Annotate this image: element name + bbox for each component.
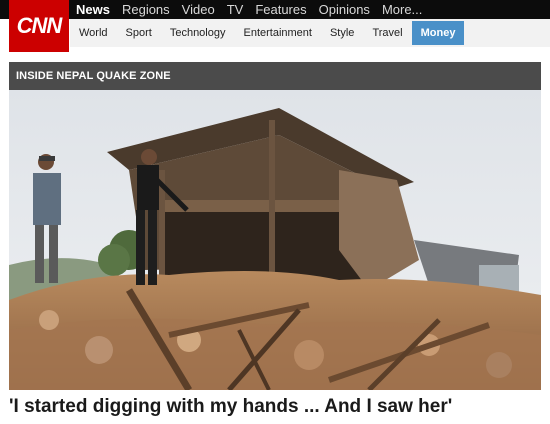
earthquake-ruins-image [9, 90, 541, 390]
primary-nav: News Regions Video TV Features Opinions … [76, 0, 434, 19]
subnav-item-sport[interactable]: Sport [117, 21, 161, 45]
hero-photo[interactable] [9, 90, 541, 390]
subnav-item-technology[interactable]: Technology [161, 21, 235, 45]
subnav-item-travel[interactable]: Travel [363, 21, 411, 45]
headline[interactable]: 'I started digging with my hands ... And… [9, 396, 452, 418]
logo-text: CNN [16, 13, 63, 38]
nav-item-features[interactable]: Features [255, 2, 306, 17]
subnav-item-world[interactable]: World [70, 21, 117, 45]
section-banner: INSIDE NEPAL QUAKE ZONE [9, 62, 541, 90]
cnn-logo[interactable]: CNN [9, 0, 69, 52]
nav-item-more[interactable]: More... [382, 2, 422, 17]
nav-item-news[interactable]: News [76, 2, 110, 17]
subnav-item-style[interactable]: Style [321, 21, 363, 45]
nav-item-regions[interactable]: Regions [122, 2, 170, 17]
secondary-nav: World Sport Technology Entertainment Sty… [70, 19, 465, 47]
nav-item-opinions[interactable]: Opinions [319, 2, 370, 17]
nav-item-tv[interactable]: TV [227, 2, 244, 17]
nav-item-video[interactable]: Video [182, 2, 215, 17]
subnav-item-money[interactable]: Money [411, 21, 465, 45]
section-banner-label: INSIDE NEPAL QUAKE ZONE [16, 70, 171, 82]
subnav-item-entertainment[interactable]: Entertainment [234, 21, 320, 45]
